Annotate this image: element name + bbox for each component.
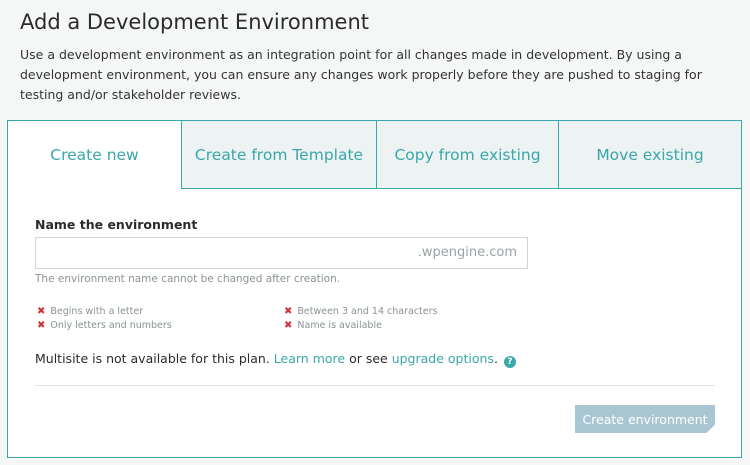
tab-create-from-template[interactable]: Create from Template: [181, 121, 376, 189]
multisite-notice: Multisite is not available for this plan…: [35, 351, 516, 368]
upgrade-options-link[interactable]: upgrade options: [392, 351, 494, 366]
fail-x-icon: ✖: [37, 306, 46, 317]
create-environment-button[interactable]: Create environment: [575, 405, 715, 433]
rule-length: ✖ Between 3 and 14 characters: [284, 306, 437, 317]
help-icon[interactable]: ?: [503, 356, 516, 368]
rule-text: Only letters and numbers: [50, 320, 172, 331]
domain-suffix: .wpengine.com: [417, 245, 517, 260]
tab-create-new[interactable]: Create new: [8, 121, 181, 189]
page-description: Use a development environment as an inte…: [20, 47, 702, 102]
rule-text: Between 3 and 14 characters: [297, 306, 438, 317]
name-hint: The environment name cannot be changed a…: [35, 273, 341, 285]
fail-x-icon: ✖: [284, 320, 293, 331]
page: Add a Development Environment Use a deve…: [0, 0, 750, 465]
tab-copy-from-existing[interactable]: Copy from existing: [376, 121, 558, 189]
environment-name-field: .wpengine.com: [35, 237, 528, 269]
tab-move-existing[interactable]: Move existing: [558, 121, 741, 189]
environment-name-input[interactable]: [36, 238, 416, 268]
multisite-text: Multisite is not available for this plan…: [35, 351, 274, 366]
environment-card: Create new Create from Template Copy fro…: [7, 120, 742, 458]
tab-bar: Create new Create from Template Copy fro…: [8, 121, 741, 189]
page-title: Add a Development Environment: [20, 10, 370, 34]
fail-x-icon: ✖: [37, 320, 46, 331]
multisite-text-or: or see: [345, 351, 392, 366]
divider: [35, 385, 715, 386]
rule-begins-with-letter: ✖ Begins with a letter: [37, 306, 143, 317]
rule-text: Name is available: [297, 320, 382, 331]
multisite-text-end: .: [493, 351, 498, 366]
rule-name-available: ✖ Name is available: [284, 320, 382, 331]
learn-more-link[interactable]: Learn more: [274, 351, 345, 366]
rule-text: Begins with a letter: [50, 306, 144, 317]
fail-x-icon: ✖: [284, 306, 293, 317]
rule-letters-and-numbers: ✖ Only letters and numbers: [37, 320, 172, 331]
validation-rules: ✖ Begins with a letter ✖ Only letters and …: [37, 306, 537, 336]
environment-name-label: Name the environment: [35, 217, 198, 232]
